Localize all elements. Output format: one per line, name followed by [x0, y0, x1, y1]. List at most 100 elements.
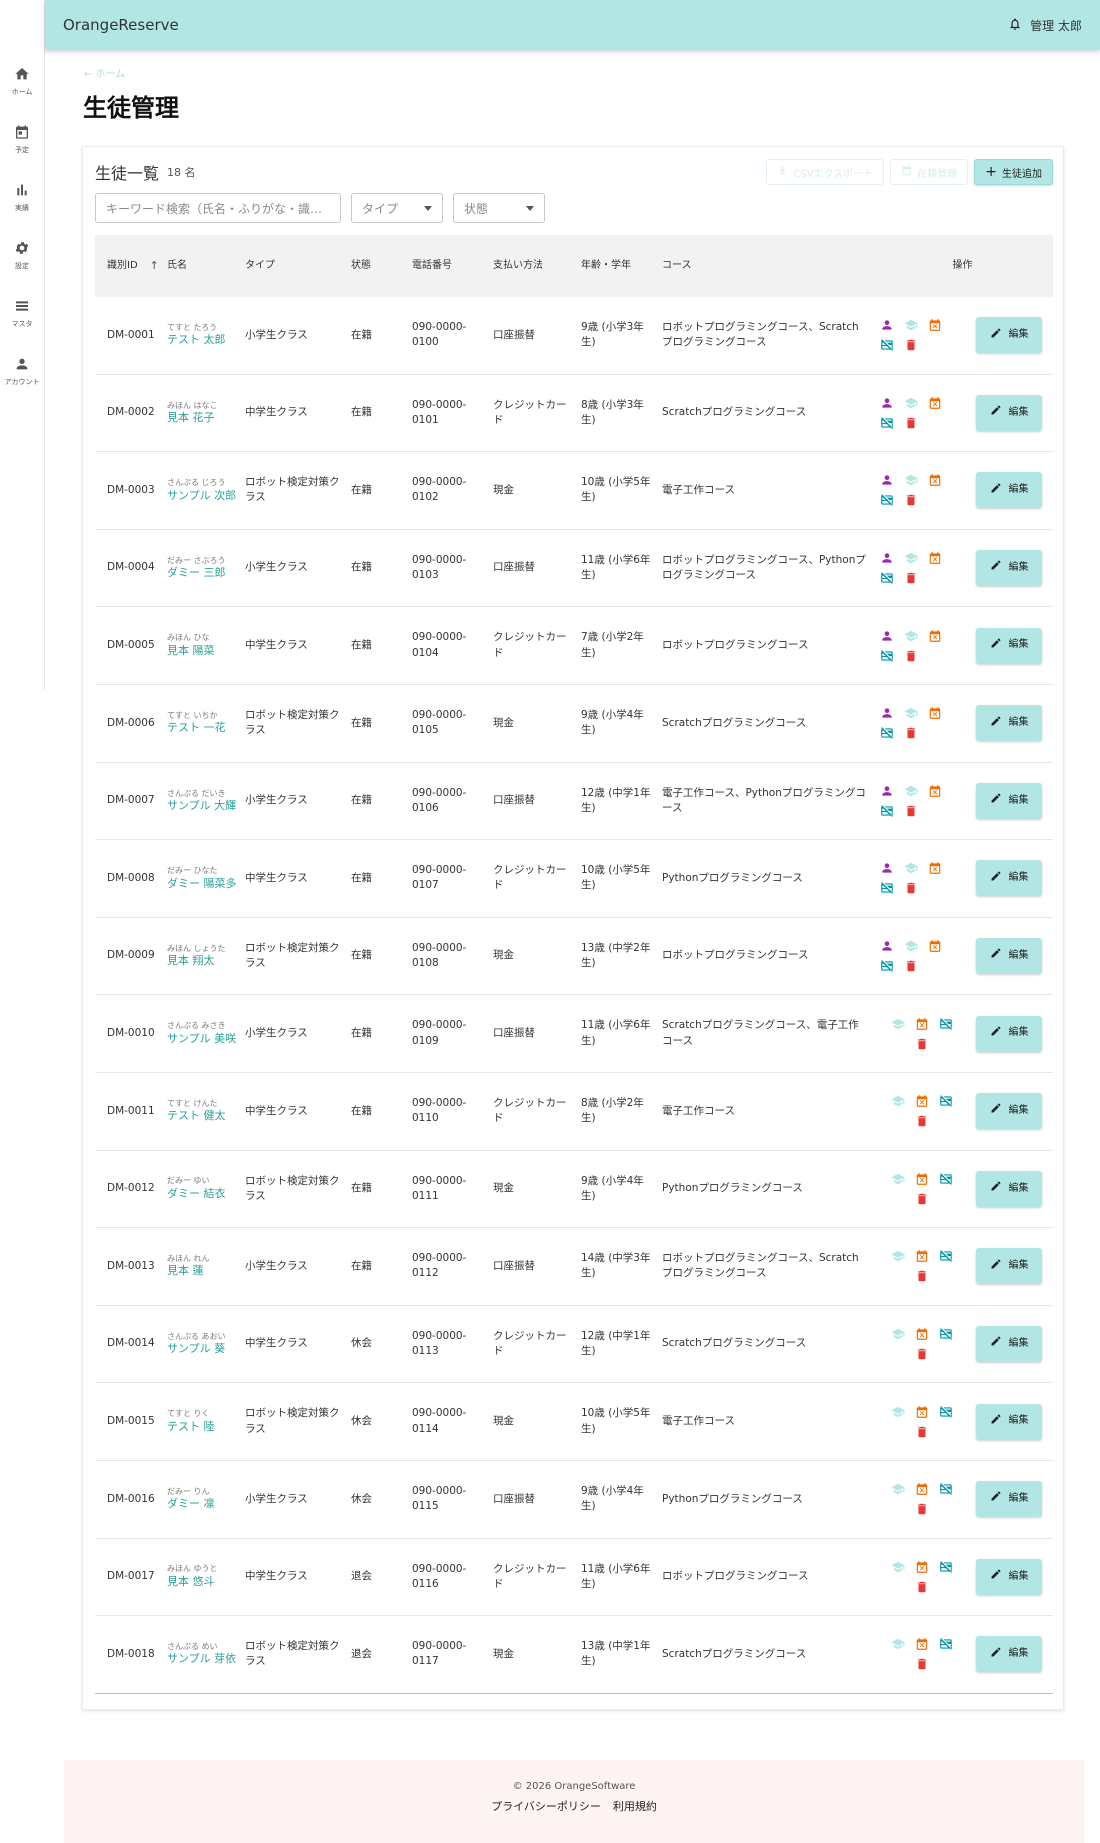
person-icon[interactable]: [880, 551, 894, 565]
trash-icon[interactable]: [915, 1269, 929, 1283]
school-icon[interactable]: [904, 784, 918, 798]
sort-arrow-icon[interactable]: ↑: [150, 258, 159, 274]
person-icon[interactable]: [880, 318, 894, 332]
edit-button[interactable]: 編集: [976, 1326, 1042, 1363]
school-icon[interactable]: [891, 1017, 905, 1031]
card-off-icon[interactable]: [939, 1482, 953, 1496]
school-icon[interactable]: [891, 1405, 905, 1419]
student-name-link[interactable]: テスト 一花: [167, 721, 237, 735]
school-icon[interactable]: [891, 1327, 905, 1341]
trash-icon[interactable]: [904, 881, 918, 895]
sidebar-item-settings[interactable]: 設定: [0, 240, 44, 298]
student-name-link[interactable]: テスト 陸: [167, 1420, 237, 1434]
edit-button[interactable]: 編集: [976, 938, 1042, 975]
edit-button[interactable]: 編集: [976, 1015, 1042, 1052]
edit-button[interactable]: 編集: [976, 782, 1042, 819]
edit-button[interactable]: 編集: [976, 394, 1042, 431]
school-icon[interactable]: [891, 1249, 905, 1263]
edit-button[interactable]: 編集: [976, 1403, 1042, 1440]
sidebar-item-results[interactable]: 実績: [0, 182, 44, 240]
card-off-icon[interactable]: [939, 1017, 953, 1031]
card-off-icon[interactable]: [939, 1249, 953, 1263]
card-off-icon[interactable]: [880, 571, 894, 585]
school-icon[interactable]: [904, 318, 918, 332]
calendar-cancel-icon[interactable]: [928, 396, 942, 410]
calendar-cancel-icon[interactable]: [928, 706, 942, 720]
student-name-link[interactable]: サンプル 次郎: [167, 489, 237, 503]
person-icon[interactable]: [880, 784, 894, 798]
calendar-cancel-icon[interactable]: [928, 629, 942, 643]
school-icon[interactable]: [904, 861, 918, 875]
card-off-icon[interactable]: [939, 1560, 953, 1574]
edit-button[interactable]: 編集: [976, 627, 1042, 664]
user-menu[interactable]: 管理 太郎: [1008, 17, 1082, 34]
edit-button[interactable]: 編集: [976, 1481, 1042, 1518]
card-off-icon[interactable]: [880, 649, 894, 663]
type-select[interactable]: タイプ: [351, 193, 443, 223]
school-icon[interactable]: [904, 629, 918, 643]
column-header-id[interactable]: 識別ID ↑: [95, 258, 163, 274]
trash-icon[interactable]: [904, 493, 918, 507]
card-off-icon[interactable]: [939, 1172, 953, 1186]
edit-button[interactable]: 編集: [976, 550, 1042, 587]
edit-button[interactable]: 編集: [976, 705, 1042, 742]
add-student-button[interactable]: + 生徒追加: [974, 159, 1053, 185]
keyword-search-input[interactable]: キーワード検索（氏名・ふりがな・識…: [95, 193, 341, 223]
calendar-cancel-icon[interactable]: [915, 1637, 929, 1651]
school-icon[interactable]: [904, 396, 918, 410]
edit-button[interactable]: 編集: [976, 1636, 1042, 1673]
edit-button[interactable]: 編集: [976, 317, 1042, 354]
student-name-link[interactable]: 見本 陽菜: [167, 644, 237, 658]
calendar-cancel-icon[interactable]: [928, 939, 942, 953]
trash-icon[interactable]: [904, 804, 918, 818]
person-icon[interactable]: [880, 706, 894, 720]
student-name-link[interactable]: ダミー 陽菜多: [167, 877, 237, 891]
card-off-icon[interactable]: [939, 1637, 953, 1651]
person-icon[interactable]: [880, 396, 894, 410]
sidebar-item-master[interactable]: マスタ: [0, 298, 44, 356]
edit-button[interactable]: 編集: [976, 1248, 1042, 1285]
student-name-link[interactable]: ダミー 三郎: [167, 566, 237, 580]
card-off-icon[interactable]: [880, 881, 894, 895]
edit-button[interactable]: 編集: [976, 1093, 1042, 1130]
trash-icon[interactable]: [915, 1425, 929, 1439]
edit-button[interactable]: 編集: [976, 1558, 1042, 1595]
school-icon[interactable]: [891, 1560, 905, 1574]
person-icon[interactable]: [880, 629, 894, 643]
school-icon[interactable]: [891, 1172, 905, 1186]
student-name-link[interactable]: サンプル 芽依: [167, 1652, 237, 1666]
trash-icon[interactable]: [915, 1347, 929, 1361]
sidebar-item-account[interactable]: アカウント: [0, 356, 44, 414]
edit-button[interactable]: 編集: [976, 472, 1042, 509]
student-name-link[interactable]: 見本 翔太: [167, 954, 237, 968]
school-icon[interactable]: [904, 551, 918, 565]
student-name-link[interactable]: 見本 蓮: [167, 1264, 237, 1278]
student-name-link[interactable]: テスト 太郎: [167, 333, 237, 347]
card-off-icon[interactable]: [880, 959, 894, 973]
calendar-cancel-icon[interactable]: [915, 1249, 929, 1263]
person-icon[interactable]: [880, 473, 894, 487]
csv-export-button[interactable]: CSVエクスポート: [766, 159, 885, 185]
card-off-icon[interactable]: [880, 416, 894, 430]
enrollment-button[interactable]: 在籍管理: [890, 159, 969, 185]
calendar-cancel-icon[interactable]: [928, 784, 942, 798]
trash-icon[interactable]: [904, 416, 918, 430]
calendar-cancel-icon[interactable]: [915, 1482, 929, 1496]
school-icon[interactable]: [904, 939, 918, 953]
trash-icon[interactable]: [915, 1114, 929, 1128]
trash-icon[interactable]: [915, 1192, 929, 1206]
breadcrumb-back-home[interactable]: ← ホーム: [84, 65, 125, 80]
calendar-cancel-icon[interactable]: [915, 1405, 929, 1419]
trash-icon[interactable]: [915, 1502, 929, 1516]
student-name-link[interactable]: 見本 花子: [167, 411, 237, 425]
trash-icon[interactable]: [904, 649, 918, 663]
trash-icon[interactable]: [915, 1657, 929, 1671]
school-icon[interactable]: [891, 1637, 905, 1651]
school-icon[interactable]: [891, 1094, 905, 1108]
calendar-cancel-icon[interactable]: [915, 1560, 929, 1574]
card-off-icon[interactable]: [880, 726, 894, 740]
edit-button[interactable]: 編集: [976, 860, 1042, 897]
calendar-cancel-icon[interactable]: [928, 551, 942, 565]
card-off-icon[interactable]: [939, 1405, 953, 1419]
status-select[interactable]: 状態: [453, 193, 545, 223]
